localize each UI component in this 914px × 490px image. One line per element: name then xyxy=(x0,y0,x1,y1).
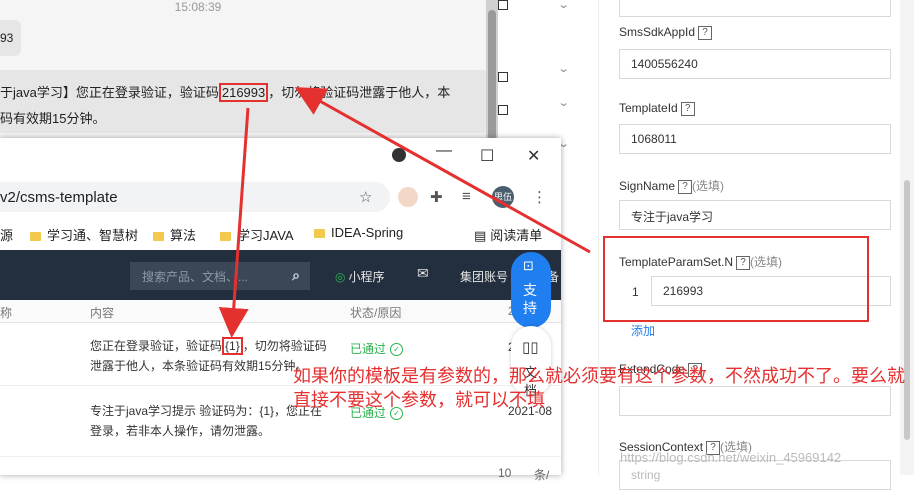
address-bar[interactable]: v2/csms-template ☆ xyxy=(0,182,390,212)
sms-code-highlight: 216993 xyxy=(218,83,269,102)
tree-checkbox[interactable] xyxy=(498,72,508,82)
sms-text-post: ，切勿将验证码泄露于他人，本 xyxy=(268,85,451,100)
bookmark-item[interactable]: 学习通、智慧树 xyxy=(30,225,138,244)
nav-group-account[interactable]: 集团账号 xyxy=(460,268,508,285)
bubble-text: 93 xyxy=(0,31,14,45)
close-icon[interactable]: ✕ xyxy=(527,146,540,166)
label-signname: SignName? (选填) xyxy=(619,179,725,194)
bookmark-item[interactable]: 学习JAVA xyxy=(220,225,294,244)
help-icon[interactable]: ? xyxy=(680,101,695,116)
folder-icon xyxy=(153,232,164,242)
help-icon[interactable]: ? xyxy=(698,25,713,40)
playlist-icon[interactable]: ≡ xyxy=(462,188,471,205)
watermark: https://blog.csdn.net/weixin_45969142 xyxy=(620,450,842,465)
row-content: 专注于java学习提示 验证码为：{1}，您正在 xyxy=(90,404,323,418)
check-circle-icon: ✓ xyxy=(390,343,404,357)
column-header: 称 xyxy=(0,306,13,320)
message-timestamp: 15:08:39 xyxy=(174,0,222,14)
sms-text-line2: 码有效期15分钟。 xyxy=(0,111,106,126)
console-search-input[interactable]: 搜索产品、文档、... ⌕ xyxy=(130,262,310,290)
annotation-note: 如果你的模板是有参数的，那么就必须要有这个参数，不然成功不了。要么就直接不要这个… xyxy=(293,366,905,410)
row-content-line2: 登录，若非本人操作，请勿泄露。 xyxy=(90,424,271,438)
row-content-line2: 泄露于他人，本条验证码有效期15分钟。 xyxy=(90,359,308,373)
support-icon: ⊡ xyxy=(523,258,534,273)
tree-checkbox[interactable] xyxy=(498,105,508,115)
console-topnav: 搜索产品、文档、... ⌕ ◎ 小程序 ✉ 集团账号 备 xyxy=(0,250,561,300)
mail-icon[interactable]: ✉ xyxy=(417,265,429,282)
label-smssdkappid: SmsSdkAppId? xyxy=(619,25,713,40)
status-badge: 已通过 ✓ xyxy=(350,340,404,357)
input-field[interactable] xyxy=(619,0,891,17)
bookmark-item[interactable]: 源 xyxy=(0,225,13,244)
chat-scrollbar-thumb[interactable] xyxy=(488,10,496,140)
templateid-input[interactable]: 1068011 xyxy=(619,124,891,154)
folder-icon xyxy=(30,232,41,242)
chat-bubble-short: 93 xyxy=(0,20,21,56)
profile-dropdown-icon[interactable] xyxy=(392,148,406,162)
add-param-link[interactable]: 添加 xyxy=(631,322,655,339)
bookmark-item[interactable]: IDEA-Spring xyxy=(314,225,403,240)
menu-dots-icon[interactable]: ⋮ xyxy=(532,188,547,206)
table-header: 称 内容 状态/原因 2 xyxy=(0,300,561,323)
browser-window: — ☐ ✕ v2/csms-template ☆ ✚ ≡ 思伍 ⋮ 源 学习通、… xyxy=(0,138,561,482)
reading-list[interactable]: ▤ 阅读清单 xyxy=(474,225,542,244)
tree-checkbox[interactable] xyxy=(498,0,508,10)
search-icon[interactable]: ⌕ xyxy=(292,267,300,284)
folder-icon xyxy=(314,229,325,239)
bookmark-item[interactable]: 算法 xyxy=(153,225,196,244)
maximize-icon[interactable]: ☐ xyxy=(480,146,494,166)
chevron-down-icon[interactable]: ⌄ xyxy=(558,62,570,75)
smssdkappid-input[interactable]: 1400556240 xyxy=(619,49,891,79)
param-placeholder-highlight: {1} xyxy=(222,337,243,355)
chevron-down-icon[interactable]: ⌄ xyxy=(558,96,570,109)
chat-bubble-sms: 于java学习】您正在登录验证，验证码 216993 ，切勿将验证码泄露于他人，本 … xyxy=(0,70,491,133)
folder-icon xyxy=(220,232,231,242)
extension-icon[interactable] xyxy=(398,187,418,207)
minimize-icon[interactable]: — xyxy=(436,142,452,160)
puzzle-icon[interactable]: ✚ xyxy=(430,188,443,206)
highlight-box xyxy=(603,236,869,322)
chevron-down-icon[interactable]: ⌄ xyxy=(558,0,570,11)
reading-list-icon: ▤ xyxy=(474,228,487,243)
help-icon[interactable]: ? xyxy=(678,179,693,194)
column-header: 内容 xyxy=(90,306,115,320)
miniprogram-icon: ◎ xyxy=(335,270,346,284)
label-templateid: TemplateId? xyxy=(619,101,695,116)
nav-miniprogram[interactable]: ◎ 小程序 xyxy=(335,268,385,285)
bookmarks-bar: 源 学习通、智慧树 算法 学习JAVA IDEA-Spring ▤ 阅读清单 xyxy=(0,220,561,246)
book-icon: ▯▯ xyxy=(522,339,539,356)
row-content: 您正在登录验证，验证码 {1} ，切勿将验证码 xyxy=(90,337,327,355)
support-button[interactable]: ⊡ 支 持 xyxy=(511,252,551,328)
column-header: 状态/原因 xyxy=(350,306,402,320)
pagination-size[interactable]: 10 xyxy=(498,466,511,480)
bookmark-star-icon[interactable]: ☆ xyxy=(359,188,372,206)
url-text: v2/csms-template xyxy=(0,189,118,206)
signname-input[interactable]: 专注于java学习 xyxy=(619,200,891,230)
sms-text-pre: 于java学习】您正在登录验证，验证码 xyxy=(0,85,219,100)
avatar[interactable]: 思伍 xyxy=(492,186,514,208)
browser-titlebar: — ☐ ✕ xyxy=(0,138,561,178)
